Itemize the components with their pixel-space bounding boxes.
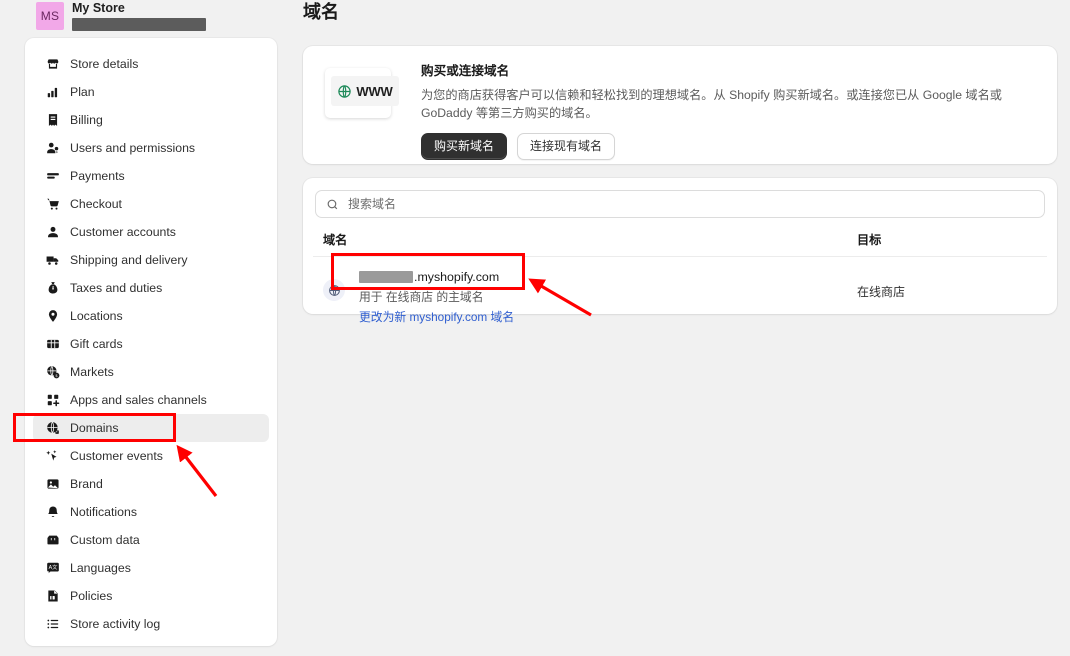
policy-document-icon — [45, 589, 60, 604]
main-content: 域名 WWW 购买或连接域名 为您的商店获得客户可以信赖和轻松找到的理想域名。从… — [290, 0, 1070, 656]
sidebar-item-brand[interactable]: Brand — [33, 470, 269, 498]
connect-existing-domain-button[interactable]: 连接现有域名 — [517, 133, 616, 160]
buy-card-actions: 购买新域名 连接现有域名 — [421, 133, 1039, 160]
apps-grid-icon — [45, 393, 60, 408]
page-title: 域名 — [303, 2, 339, 22]
sidebar-item-policies[interactable]: Policies — [33, 582, 269, 610]
sidebar-item-shipping-and-delivery[interactable]: Shipping and delivery — [33, 246, 269, 274]
sidebar-item-label: Gift cards — [70, 337, 123, 351]
receipt-icon — [45, 113, 60, 128]
sidebar-item-store-details[interactable]: Store details — [33, 50, 269, 78]
sidebar-item-customer-events[interactable]: Customer events — [33, 442, 269, 470]
sidebar-item-label: Store details — [70, 57, 139, 71]
sidebar-item-label: Notifications — [70, 505, 137, 519]
sidebar-item-languages[interactable]: A⽂ Languages — [33, 554, 269, 582]
translate-icon: A⽂ — [45, 561, 60, 576]
sidebar-item-custom-data[interactable]: Custom data — [33, 526, 269, 554]
location-pin-icon — [45, 309, 60, 324]
users-icon — [45, 141, 60, 156]
sidebar-item-label: Taxes and duties — [70, 281, 163, 295]
sidebar-item-label: Customer accounts — [70, 225, 176, 239]
bell-icon — [45, 505, 60, 520]
sidebar-item-checkout[interactable]: Checkout — [33, 190, 269, 218]
database-icon — [45, 533, 60, 548]
store-name: My Store — [72, 1, 125, 15]
globe-icon — [45, 421, 60, 436]
sidebar-item-label: Markets — [70, 365, 114, 379]
store-icon — [45, 57, 60, 72]
sidebar-item-label: Billing — [70, 113, 103, 127]
person-icon — [45, 225, 60, 240]
sidebar-item-apps-and-sales-channels[interactable]: Apps and sales channels — [33, 386, 269, 414]
change-myshopify-domain-link[interactable]: 更改为新 myshopify.com 域名 — [359, 309, 857, 325]
sidebar-item-label: Brand — [70, 477, 103, 491]
domain-target: 在线商店 — [857, 285, 906, 299]
domain-suffix: .myshopify.com — [414, 270, 500, 284]
svg-text:$: $ — [55, 374, 57, 378]
sidebar-item-store-activity-log[interactable]: Store activity log — [33, 610, 269, 638]
sidebar: MS My Store Store details Plan Billing User… — [0, 0, 290, 656]
domain-name-redacted — [359, 271, 413, 283]
sidebar-item-label: Users and permissions — [70, 141, 196, 155]
avatar: MS — [36, 2, 64, 30]
buy-new-domain-button[interactable]: 购买新域名 — [421, 133, 508, 160]
search-input[interactable] — [346, 196, 1034, 212]
sidebar-item-label: Store activity log — [70, 617, 161, 631]
truck-icon — [45, 253, 60, 268]
sidebar-nav-card: Store details Plan Billing Users and permis… — [25, 38, 277, 646]
sidebar-item-locations[interactable]: Locations — [33, 302, 269, 330]
sidebar-item-label: Domains — [70, 421, 119, 435]
domain-table-header: 域名 目标 — [313, 222, 1047, 257]
domain-subtitle: 用于 在线商店 的主域名 — [359, 290, 484, 304]
domain-list-card: 域名 目标 .myshopify.com 用于 在线商店 的主域名 更改为新 m… — [303, 178, 1057, 324]
sidebar-item-users-and-permissions[interactable]: Users and permissions — [33, 134, 269, 162]
sidebar-item-label: Custom data — [70, 533, 140, 547]
list-icon — [45, 617, 60, 632]
settings-page: MS My Store Store details Plan Billing User… — [0, 0, 1070, 656]
sidebar-item-label: Plan — [70, 85, 95, 99]
chart-bar-icon — [45, 85, 60, 100]
sidebar-item-label: Policies — [70, 589, 113, 603]
buy-card-title: 购买或连接域名 — [421, 64, 510, 78]
money-bag-icon — [45, 281, 60, 296]
sidebar-item-label: Locations — [70, 309, 123, 323]
search-icon — [326, 198, 339, 211]
domain-name[interactable]: .myshopify.com — [359, 269, 857, 285]
sidebar-item-label: Customer events — [70, 449, 163, 463]
sidebar-item-gift-cards[interactable]: Gift cards — [33, 330, 269, 358]
table-row[interactable]: .myshopify.com 用于 在线商店 的主域名 更改为新 myshopi… — [313, 257, 1047, 325]
sidebar-item-label: Payments — [70, 169, 125, 183]
sidebar-item-billing[interactable]: Billing — [33, 106, 269, 134]
www-illustration: WWW — [321, 64, 403, 128]
sidebar-item-payments[interactable]: Payments — [33, 162, 269, 190]
payment-card-icon — [45, 169, 60, 184]
sidebar-item-label: Checkout — [70, 197, 122, 211]
column-header-target: 目标 — [857, 233, 882, 247]
sidebar-item-label: Shipping and delivery — [70, 253, 188, 267]
column-header-domain: 域名 — [323, 233, 348, 247]
globe-money-icon: $ — [45, 365, 60, 380]
sidebar-item-domains[interactable]: Domains — [33, 414, 269, 442]
www-card-front: WWW — [331, 76, 399, 106]
sidebar-item-label: Languages — [70, 561, 131, 575]
sidebar-item-taxes-and-duties[interactable]: Taxes and duties — [33, 274, 269, 302]
buy-or-connect-domain-card: WWW 购买或连接域名 为您的商店获得客户可以信赖和轻松找到的理想域名。从 Sh… — [303, 46, 1057, 164]
store-url-redacted — [72, 18, 206, 31]
search-domain-field[interactable] — [315, 190, 1045, 218]
gift-card-icon — [45, 337, 60, 352]
brand-image-icon — [45, 477, 60, 492]
sidebar-item-notifications[interactable]: Notifications — [33, 498, 269, 526]
shopping-cart-icon — [45, 197, 60, 212]
www-label: WWW — [356, 83, 393, 99]
sidebar-item-markets[interactable]: $ Markets — [33, 358, 269, 386]
buy-card-description: 为您的商店获得客户可以信赖和轻松找到的理想域名。从 Shopify 购买新域名。… — [421, 88, 1002, 120]
globe-icon — [323, 279, 345, 301]
sidebar-item-customer-accounts[interactable]: Customer accounts — [33, 218, 269, 246]
cursor-sparkle-icon — [45, 449, 60, 464]
sidebar-item-label: Apps and sales channels — [70, 393, 207, 407]
sidebar-nav-list: Store details Plan Billing Users and permis… — [25, 50, 277, 638]
store-header[interactable]: MS My Store — [36, 0, 266, 38]
globe-icon — [337, 84, 352, 99]
sidebar-item-plan[interactable]: Plan — [33, 78, 269, 106]
